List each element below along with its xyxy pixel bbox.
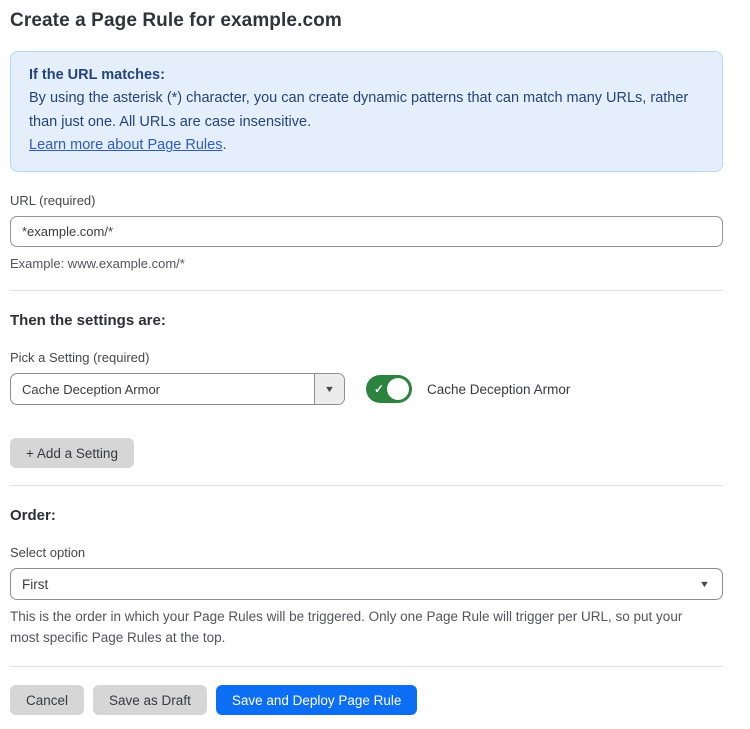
info-box-body: By using the asterisk (*) character, you…	[29, 87, 704, 157]
chevron-down-icon: ▼	[324, 384, 335, 394]
order-section-heading: Order:	[10, 507, 723, 524]
info-box-heading: If the URL matches:	[29, 64, 704, 87]
setting-picker-value: Cache Deception Armor	[11, 374, 314, 404]
create-page-rule-form: Create a Page Rule for example.com If th…	[0, 0, 750, 729]
order-select-value: First	[22, 577, 48, 592]
order-select-label: Select option	[10, 545, 723, 560]
settings-section-heading: Then the settings are:	[10, 312, 723, 329]
save-as-draft-button[interactable]: Save as Draft	[93, 685, 207, 715]
order-helper-text: This is the order in which your Page Rul…	[10, 607, 710, 649]
save-and-deploy-button[interactable]: Save and Deploy Page Rule	[216, 685, 418, 715]
link-suffix: .	[222, 137, 226, 153]
divider	[10, 290, 723, 291]
cancel-button[interactable]: Cancel	[10, 685, 84, 715]
add-setting-button[interactable]: + Add a Setting	[10, 438, 134, 468]
toggle-label: Cache Deception Armor	[427, 382, 570, 397]
pick-setting-label: Pick a Setting (required)	[10, 350, 723, 365]
divider	[10, 485, 723, 486]
order-select-dropdown[interactable]: First ▼	[10, 568, 723, 600]
setting-row: Cache Deception Armor ▼ ✓ Cache Deceptio…	[10, 373, 723, 405]
toggle-knob	[387, 378, 409, 400]
url-field-helper: Example: www.example.com/*	[10, 254, 723, 274]
cache-deception-armor-toggle[interactable]: ✓	[366, 375, 412, 403]
footer-actions: Cancel Save as Draft Save and Deploy Pag…	[10, 685, 723, 715]
divider	[10, 666, 723, 667]
url-field-label: URL (required)	[10, 193, 723, 208]
setting-picker-arrow-button[interactable]: ▼	[314, 374, 344, 404]
learn-more-link[interactable]: Learn more about Page Rules	[29, 137, 222, 153]
url-input[interactable]	[10, 216, 723, 247]
check-icon: ✓	[374, 382, 384, 396]
chevron-down-icon: ▼	[699, 579, 710, 589]
setting-picker-dropdown[interactable]: Cache Deception Armor ▼	[10, 373, 345, 405]
url-match-info-box: If the URL matches: By using the asteris…	[10, 51, 723, 172]
page-title: Create a Page Rule for example.com	[10, 10, 723, 32]
